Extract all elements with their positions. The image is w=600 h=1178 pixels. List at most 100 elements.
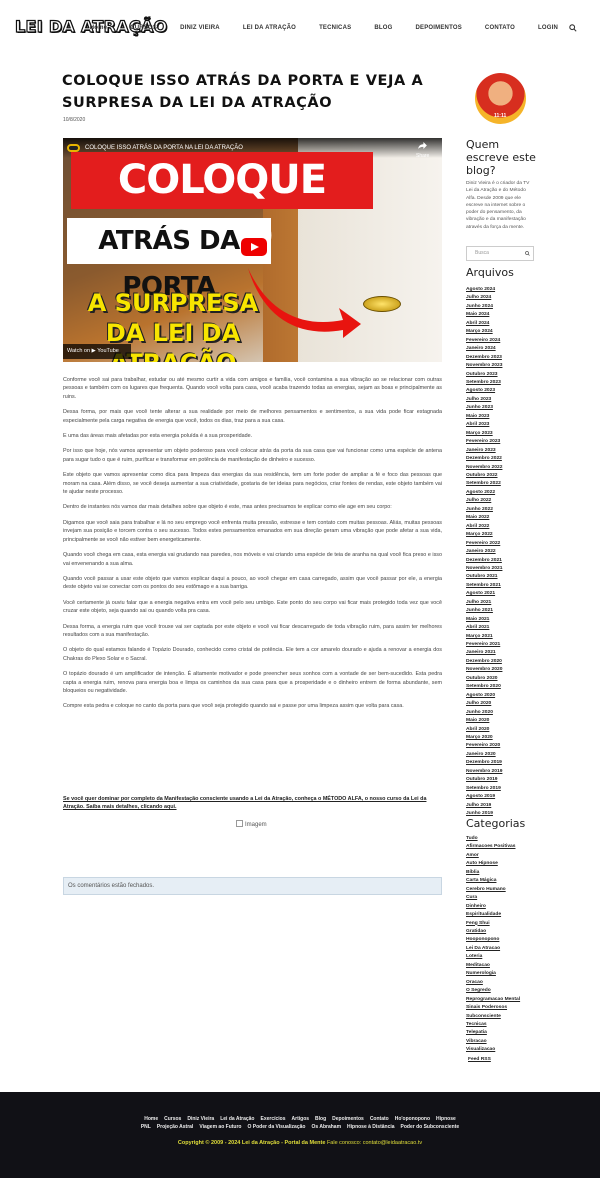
footer-link[interactable]: Contato <box>370 1116 389 1122</box>
search-icon[interactable] <box>569 24 577 32</box>
archive-link[interactable]: Agosto 2024 <box>466 286 502 294</box>
archive-link[interactable]: Dezembro 2020 <box>466 658 502 666</box>
contact-link[interactable]: Fale conosco: contato@leidaatracao.tv <box>327 1140 422 1146</box>
archive-link[interactable]: Abril 2024 <box>466 320 502 328</box>
category-link[interactable]: Auto Hipnose <box>466 860 520 868</box>
archive-link[interactable]: Fevereiro 2023 <box>466 438 502 446</box>
archive-link[interactable]: Julho 2019 <box>466 802 502 810</box>
archive-link[interactable]: Novembro 2020 <box>466 666 502 674</box>
archive-link[interactable]: Junho 2024 <box>466 303 502 311</box>
archive-link[interactable]: Março 2020 <box>466 734 502 742</box>
category-link[interactable]: Bíblia <box>466 869 520 877</box>
category-link[interactable]: Visualizacao <box>466 1046 520 1054</box>
search-icon[interactable] <box>525 251 530 256</box>
category-link[interactable]: Afirmacoes Positivas <box>466 843 520 851</box>
archive-link[interactable]: Janeiro 2024 <box>466 345 502 353</box>
nav-item-diniz-vieira[interactable]: DINIZ VIEIRA <box>180 25 220 31</box>
category-link[interactable]: Tudo <box>466 835 520 843</box>
archive-link[interactable]: Julho 2022 <box>466 497 502 505</box>
archive-link[interactable]: Março 2023 <box>466 430 502 438</box>
category-link[interactable]: Oracao <box>466 979 520 987</box>
archive-link[interactable]: Março 2024 <box>466 328 502 336</box>
archive-link[interactable]: Setembro 2023 <box>466 379 502 387</box>
feed-rss-link[interactable]: Feed RSS <box>468 1057 491 1062</box>
category-link[interactable]: Loteria <box>466 953 520 961</box>
nav-item-lei-da-atracao[interactable]: LEI DA ATRAÇÃO <box>243 25 296 31</box>
archive-link[interactable]: Junho 2023 <box>466 404 502 412</box>
archive-link[interactable]: Dezembro 2021 <box>466 557 502 565</box>
category-link[interactable]: Sinais Poderosos <box>466 1004 520 1012</box>
nav-item-tecnicas[interactable]: TECNICAS <box>319 25 351 31</box>
archive-link[interactable]: Setembro 2020 <box>466 683 502 691</box>
footer-link[interactable]: Blog <box>315 1116 326 1122</box>
archive-link[interactable]: Abril 2020 <box>466 726 502 734</box>
archive-link[interactable]: Fevereiro 2024 <box>466 337 502 345</box>
archive-link[interactable]: Agosto 2020 <box>466 692 502 700</box>
category-link[interactable]: Espiritualidade <box>466 911 520 919</box>
archive-link[interactable]: Novembro 2023 <box>466 362 502 370</box>
channel-avatar-icon[interactable] <box>67 144 80 152</box>
archive-link[interactable]: Novembro 2021 <box>466 565 502 573</box>
footer-link[interactable]: Ho'oponopono <box>395 1116 430 1122</box>
video-title[interactable]: COLOQUE ISSO ATRÁS DA PORTA NA LEI DA AT… <box>85 145 243 151</box>
archive-link[interactable]: Novembro 2022 <box>466 464 502 472</box>
archive-link[interactable]: Maio 2020 <box>466 717 502 725</box>
archive-link[interactable]: Maio 2024 <box>466 311 502 319</box>
archive-link[interactable]: Maio 2023 <box>466 413 502 421</box>
archive-link[interactable]: Abril 2022 <box>466 523 502 531</box>
archive-link[interactable]: Julho 2023 <box>466 396 502 404</box>
category-link[interactable]: Amor <box>466 852 520 860</box>
archive-link[interactable]: Outubro 2023 <box>466 371 502 379</box>
sidebar-search-input[interactable]: Busca <box>466 246 534 261</box>
archive-link[interactable]: Agosto 2022 <box>466 489 502 497</box>
footer-link[interactable]: Home <box>144 1116 158 1122</box>
archive-link[interactable]: Março 2022 <box>466 531 502 539</box>
nav-item-login[interactable]: LOGIN <box>538 25 558 31</box>
archive-link[interactable]: Julho 2020 <box>466 700 502 708</box>
archive-link[interactable]: Agosto 2021 <box>466 590 502 598</box>
archive-link[interactable]: Junho 2022 <box>466 506 502 514</box>
category-link[interactable]: Gratidao <box>466 928 520 936</box>
footer-link[interactable]: Hipnose à Distância <box>347 1124 395 1130</box>
archive-link[interactable]: Outubro 2020 <box>466 675 502 683</box>
footer-link[interactable]: Poder do Subconsciente <box>401 1124 460 1130</box>
category-link[interactable]: Lei Da Atracao <box>466 945 520 953</box>
category-link[interactable]: Cura <box>466 894 520 902</box>
category-link[interactable]: Tecnicas <box>466 1021 520 1029</box>
category-link[interactable]: Feng Shui <box>466 920 520 928</box>
archive-link[interactable]: Abril 2021 <box>466 624 502 632</box>
footer-link[interactable]: O Poder da Visualização <box>247 1124 305 1130</box>
nav-item-blog[interactable]: BLOG <box>374 25 392 31</box>
footer-link[interactable]: Exercícios <box>261 1116 286 1122</box>
archive-link[interactable]: Setembro 2022 <box>466 480 502 488</box>
category-link[interactable]: Reprogramacao Mental <box>466 996 520 1004</box>
archive-link[interactable]: Março 2021 <box>466 633 502 641</box>
play-button[interactable] <box>241 238 267 256</box>
archive-link[interactable]: Junho 2021 <box>466 607 502 615</box>
archive-link[interactable]: Janeiro 2022 <box>466 548 502 556</box>
archive-link[interactable]: Novembro 2019 <box>466 768 502 776</box>
category-link[interactable]: Carta Mágica <box>466 877 520 885</box>
footer-link[interactable]: Diniz Vieira <box>187 1116 214 1122</box>
archive-link[interactable]: Agosto 2019 <box>466 793 502 801</box>
archive-link[interactable]: Setembro 2021 <box>466 582 502 590</box>
footer-link[interactable]: Os Abraham <box>311 1124 341 1130</box>
category-link[interactable]: Meditacao <box>466 962 520 970</box>
category-link[interactable]: Telepatia <box>466 1029 520 1037</box>
nav-item-cursos[interactable]: CURSOS <box>130 25 157 31</box>
nav-item-home[interactable]: Home <box>90 25 107 31</box>
archive-link[interactable]: Maio 2021 <box>466 616 502 624</box>
archive-link[interactable]: Outubro 2019 <box>466 776 502 784</box>
footer-link[interactable]: PNL <box>141 1124 151 1130</box>
category-link[interactable]: O Segredo <box>466 987 520 995</box>
watch-on-youtube-button[interactable]: Watch on ▶ YouTube <box>63 344 131 359</box>
category-link[interactable]: Dinheiro <box>466 903 520 911</box>
archive-link[interactable]: Julho 2021 <box>466 599 502 607</box>
archive-link[interactable]: Janeiro 2021 <box>466 649 502 657</box>
footer-link[interactable]: Hipnose <box>436 1116 456 1122</box>
category-link[interactable]: Vibracao <box>466 1038 520 1046</box>
archive-link[interactable]: Agosto 2023 <box>466 387 502 395</box>
footer-link[interactable]: Artigos <box>292 1116 310 1122</box>
archive-link[interactable]: Outubro 2021 <box>466 573 502 581</box>
archive-link[interactable]: Fevereiro 2021 <box>466 641 502 649</box>
